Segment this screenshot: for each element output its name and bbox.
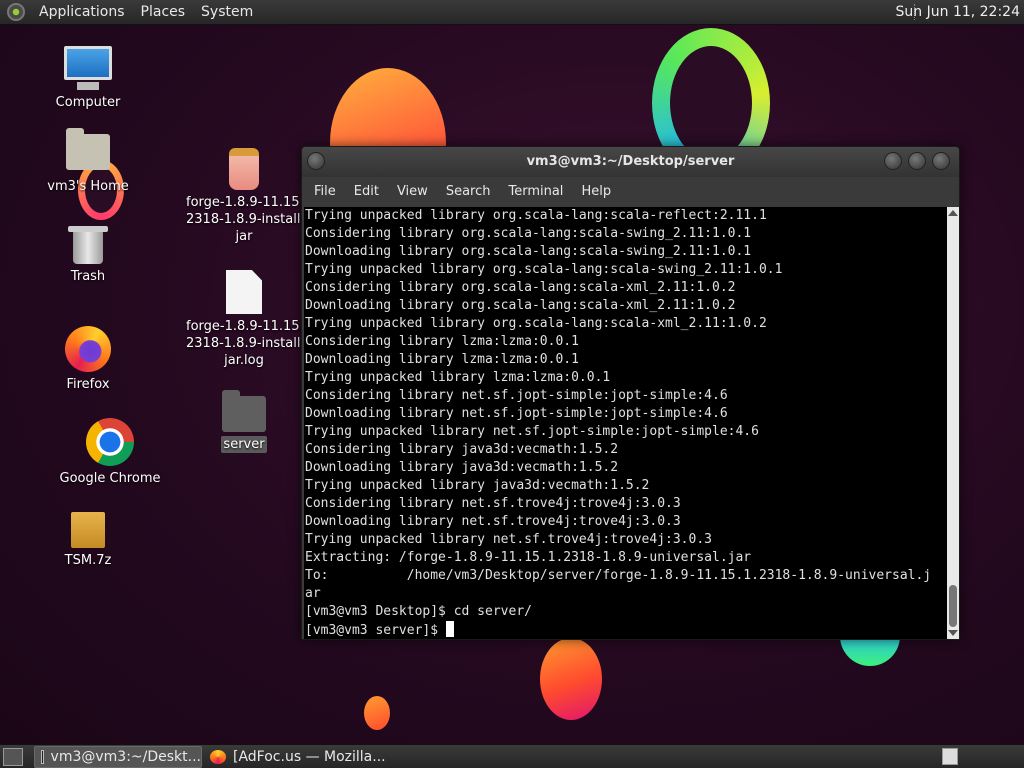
terminal-line: Downloading library net.sf.jopt-simple:j… xyxy=(305,406,728,421)
wallpaper-bottom-shape xyxy=(540,638,602,720)
terminal-line: Trying unpacked library org.scala-lang:s… xyxy=(305,316,767,331)
terminal-line: Considering library lzma:lzma:0.0.1 xyxy=(305,334,579,349)
computer-icon xyxy=(64,46,112,90)
folder-icon xyxy=(222,390,266,432)
scroll-up-icon[interactable] xyxy=(948,210,958,216)
firefox-icon xyxy=(65,326,111,372)
menu-terminal[interactable]: Terminal xyxy=(500,184,571,199)
home-folder-icon xyxy=(66,128,110,170)
terminal-line: Considering library java3d:vecmath:1.5.2 xyxy=(305,442,619,457)
desktop-icon-chrome[interactable]: Google Chrome xyxy=(50,418,170,487)
chrome-icon xyxy=(86,418,134,466)
terminal-line: [vm3@vm3 Desktop]$ cd server/ xyxy=(305,604,532,619)
menu-places[interactable]: Places xyxy=(133,4,194,20)
top-panel: Applications Places System Sun Jun 11, 2… xyxy=(0,0,1024,25)
terminal-window[interactable]: vm3@vm3:~/Desktop/server File Edit View … xyxy=(301,146,960,640)
taskbar-item-terminal[interactable]: vm3@vm3:~/Deskt... xyxy=(34,746,202,768)
desktop-icon-forge-log[interactable]: forge-1.8.9-11.15.1. 2318-1.8.9-installe… xyxy=(184,270,317,369)
desktop-icon-label: Google Chrome xyxy=(59,471,161,486)
menu-applications[interactable]: Applications xyxy=(31,4,133,20)
terminal-line: Considering library org.scala-lang:scala… xyxy=(305,280,736,295)
scroll-down-icon[interactable] xyxy=(948,630,958,636)
bottom-panel: vm3@vm3:~/Deskt... [AdFoc.us — Mozilla..… xyxy=(0,744,1024,768)
terminal-line: To: /home/vm3/Desktop/server/forge-1.8.9… xyxy=(305,568,932,583)
desktop-icon-computer[interactable]: Computer xyxy=(28,46,148,111)
maximize-icon[interactable] xyxy=(908,152,926,170)
terminal-line: Trying unpacked library net.sf.trove4j:t… xyxy=(305,532,712,547)
desktop-icon-label: Computer xyxy=(55,95,121,110)
distro-logo-icon[interactable] xyxy=(7,3,25,21)
minimize-icon[interactable] xyxy=(884,152,902,170)
menu-view[interactable]: View xyxy=(389,184,436,199)
wallpaper-small-shape xyxy=(364,696,390,730)
menu-edit[interactable]: Edit xyxy=(346,184,387,199)
terminal-titlebar[interactable]: vm3@vm3:~/Desktop/server xyxy=(302,147,959,177)
desktop-icon-label: jar.log xyxy=(224,353,264,368)
trash-icon xyxy=(73,226,103,264)
desktop-icon-label: Firefox xyxy=(66,377,110,392)
terminal-line: Trying unpacked library net.sf.jopt-simp… xyxy=(305,424,759,439)
desktop-icon-trash[interactable]: Trash xyxy=(28,226,148,285)
desktop-icon-label: 2318-1.8.9-installer. xyxy=(186,336,317,351)
desktop-icon-forge-installer[interactable]: forge-1.8.9-11.15.1. 2318-1.8.9-installe… xyxy=(184,148,317,245)
terminal-line: Trying unpacked library lzma:lzma:0.0.1 xyxy=(305,370,611,385)
terminal-line: Trying unpacked library org.scala-lang:s… xyxy=(305,262,783,277)
terminal-output[interactable]: Trying unpacked library org.scala-lang:s… xyxy=(304,207,947,639)
desktop-icon-label: jar xyxy=(235,229,253,244)
terminal-line: Downloading library org.scala-lang:scala… xyxy=(305,244,752,259)
jar-file-icon xyxy=(229,148,259,190)
menu-help[interactable]: Help xyxy=(573,184,619,199)
desktop-icon-label: server xyxy=(221,436,267,453)
desktop-icon-label: forge-1.8.9-11.15.1. xyxy=(186,195,317,210)
terminal-line: Downloading library lzma:lzma:0.0.1 xyxy=(305,352,579,367)
desktop-icon-firefox[interactable]: Firefox xyxy=(28,326,148,393)
terminal-prompt: [vm3@vm3 server]$ xyxy=(305,623,446,638)
terminal-line: Downloading library net.sf.trove4j:trove… xyxy=(305,514,681,529)
clock[interactable]: Sun Jun 11, 22:24 xyxy=(896,4,1020,20)
taskbar-item-firefox[interactable]: [AdFoc.us — Mozilla... xyxy=(204,746,404,768)
terminal-scrollbar[interactable] xyxy=(947,207,959,639)
taskbar-item-label: [AdFoc.us — Mozilla... xyxy=(233,749,386,765)
terminal-line: ar xyxy=(305,586,321,601)
terminal-line: Trying unpacked library java3d:vecmath:1… xyxy=(305,478,650,493)
firefox-icon xyxy=(210,750,226,764)
terminal-line: Considering library org.scala-lang:scala… xyxy=(305,226,752,241)
terminal-prompt-line[interactable]: [vm3@vm3 server]$ xyxy=(305,621,947,639)
terminal-line: Downloading library org.scala-lang:scala… xyxy=(305,298,736,313)
archive-icon xyxy=(71,512,105,548)
document-icon xyxy=(226,270,262,314)
taskbar-item-label: vm3@vm3:~/Deskt... xyxy=(50,749,201,765)
workspace-switcher[interactable] xyxy=(942,748,958,765)
menu-system[interactable]: System xyxy=(193,4,261,20)
terminal-icon xyxy=(41,750,44,764)
menu-search[interactable]: Search xyxy=(438,184,499,199)
desktop-icon-tsm[interactable]: TSM.7z xyxy=(28,512,148,569)
scrollbar-thumb[interactable] xyxy=(949,585,957,627)
text-cursor xyxy=(445,621,454,637)
desktop-icon-label: forge-1.8.9-11.15.1. xyxy=(186,319,317,334)
desktop-icon-label: vm3's Home xyxy=(47,179,129,194)
show-desktop-button[interactable] xyxy=(3,748,23,766)
terminal-line: Extracting: /forge-1.8.9-11.15.1.2318-1.… xyxy=(305,550,752,565)
terminal-line: Considering library net.sf.trove4j:trove… xyxy=(305,496,681,511)
desktop-icon-label: Trash xyxy=(70,269,106,284)
terminal-line: Downloading library java3d:vecmath:1.5.2 xyxy=(305,460,619,475)
desktop-icon-server[interactable]: server xyxy=(184,390,304,453)
terminal-line: Considering library net.sf.jopt-simple:j… xyxy=(305,388,728,403)
close-icon[interactable] xyxy=(932,152,950,170)
desktop-icon-home[interactable]: vm3's Home xyxy=(28,128,148,195)
terminal-line: Trying unpacked library org.scala-lang:s… xyxy=(305,208,767,223)
desktop-icon-label: TSM.7z xyxy=(64,553,112,568)
desktop-icon-label: 2318-1.8.9-installer. xyxy=(186,212,317,227)
menu-file[interactable]: File xyxy=(306,184,344,199)
terminal-title: vm3@vm3:~/Desktop/server xyxy=(526,154,735,169)
terminal-menubar: File Edit View Search Terminal Help xyxy=(302,177,959,205)
